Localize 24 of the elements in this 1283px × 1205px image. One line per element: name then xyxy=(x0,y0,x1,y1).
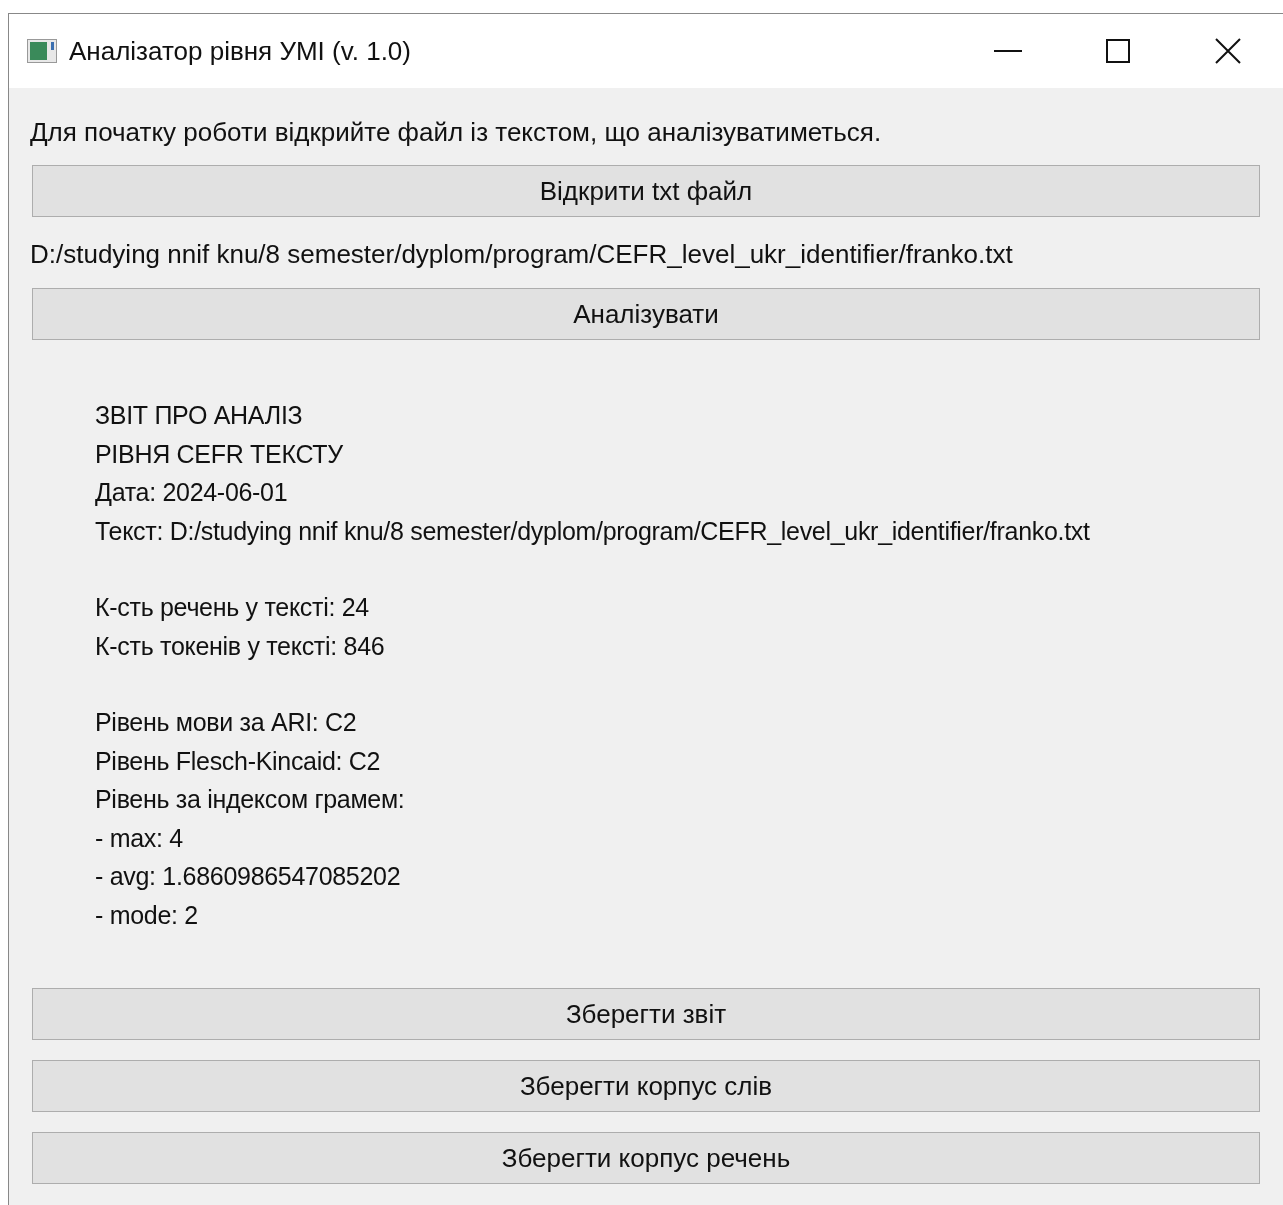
report-line: - mode: 2 xyxy=(95,899,199,931)
save-button[interactable]: Зберегти звіт xyxy=(32,988,1260,1040)
app-icon xyxy=(27,39,57,63)
report-line: Дата: 2024-06-01 xyxy=(95,477,289,508)
report-line: - max: 4 xyxy=(95,822,184,854)
minimize-icon xyxy=(994,50,1022,52)
save-button[interactable]: Зберегти корпус речень xyxy=(32,1132,1260,1184)
report-line: Рівень Flesch-Kincaid: C2 xyxy=(95,745,382,777)
report-line: РІВНЯ CEFR ТЕКСТУ xyxy=(95,438,344,470)
report-line: К-сть речень у тексті: 24 xyxy=(95,592,370,623)
save-button[interactable]: Зберегти корпус слів xyxy=(32,1060,1260,1112)
report-line: ЗВІТ ПРО АНАЛІЗ xyxy=(95,400,304,431)
report-line: К-сть токенів у тексті: 846 xyxy=(95,630,386,662)
close-icon xyxy=(1215,38,1241,64)
window-title: Аналізатор рівня УМІ (v. 1.0) xyxy=(69,34,411,68)
file-path: D:/studying nnif knu/8 semester/dyplom/program/CEFR_level_ukr_identifier/franko.txt xyxy=(30,238,1014,271)
report-line: Рівень за індексом грамем: xyxy=(95,784,406,815)
report-line: Текст: D:/studying nnif knu/8 semester/dyplom/program/CEFR_level_ukr_identifier/franko.txt xyxy=(95,515,1091,547)
maximize-icon xyxy=(1106,39,1130,63)
instruction-text: Для початку роботи відкрийте файл із текстом, що аналізуватиметься. xyxy=(30,116,883,149)
report-line: Рівень мови за ARI: C2 xyxy=(95,707,358,738)
analyze-button[interactable]: Аналізувати xyxy=(32,288,1260,340)
report-line: - avg: 1.6860986547085202 xyxy=(95,861,402,892)
open-file-button[interactable]: Відкрити txt файл xyxy=(32,165,1260,217)
